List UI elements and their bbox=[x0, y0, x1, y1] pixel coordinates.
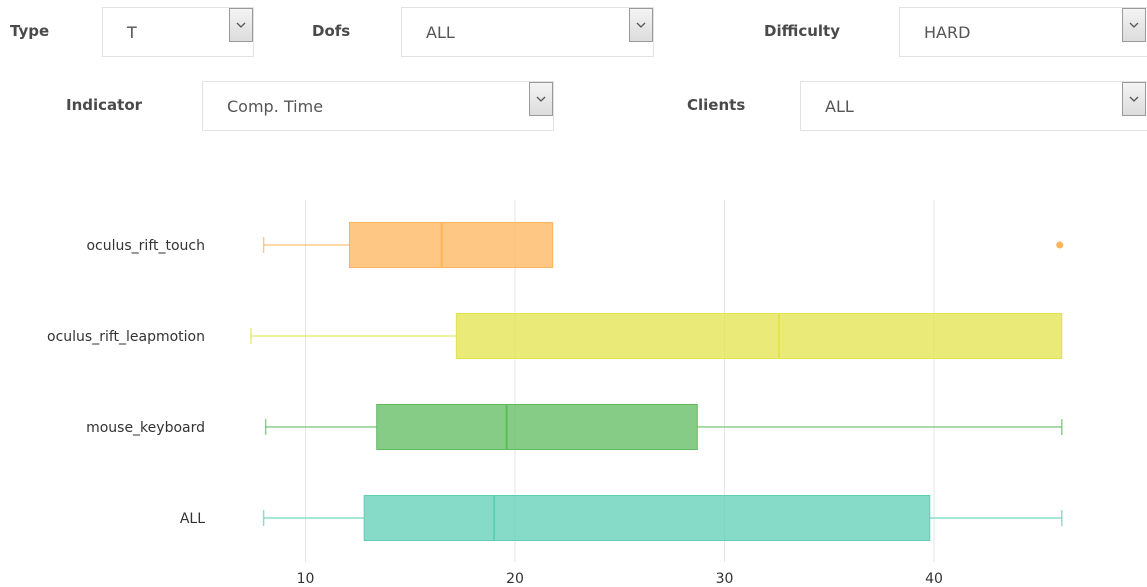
y-category-label: mouse_keyboard bbox=[86, 420, 205, 436]
y-category-label: oculus_rift_touch bbox=[86, 238, 205, 254]
box-iqr bbox=[363, 495, 931, 541]
x-tick-label: 10 bbox=[297, 571, 315, 587]
x-tick-label: 20 bbox=[506, 571, 524, 587]
y-category-label: oculus_rift_leapmotion bbox=[47, 329, 205, 345]
box-iqr bbox=[455, 313, 1063, 359]
box-iqr bbox=[376, 404, 698, 450]
x-tick-label: 30 bbox=[716, 571, 734, 587]
y-category-label: ALL bbox=[180, 511, 205, 527]
outlier-point bbox=[1056, 241, 1064, 249]
x-tick-label: 40 bbox=[925, 571, 943, 587]
box-iqr bbox=[348, 222, 554, 268]
dashboard: Type T Dofs ALL Difficulty HARD Indicato… bbox=[0, 0, 1147, 587]
box-plot-chart: 10 20 30 40 oculus_rift_touch oculus_rift_lea… bbox=[47, 200, 1064, 587]
